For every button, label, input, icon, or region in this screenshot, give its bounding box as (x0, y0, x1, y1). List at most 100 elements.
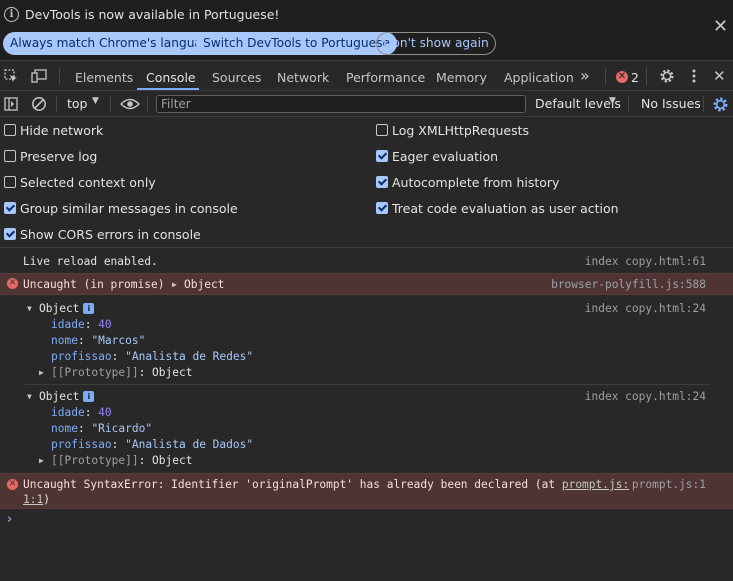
show-cors-checkbox[interactable] (4, 228, 16, 240)
property-row: profissao: "Analista de Dados" (51, 438, 254, 451)
message-text: Uncaught SyntaxError: Identifier 'origin… (23, 478, 630, 491)
device-toolbar-icon[interactable] (31, 69, 47, 83)
error-count-icon[interactable]: ✕ (616, 71, 628, 83)
filter-input[interactable] (156, 95, 526, 113)
hide-network-checkbox[interactable] (4, 124, 16, 136)
option-label: Preserve log (20, 149, 98, 164)
option-label: Eager evaluation (392, 149, 499, 164)
console-object-message: ▼ Object i index copy.html:24 idade: 40 n… (0, 296, 733, 384)
console-toolbar: top ▼ Default levels ▼ No Issues (0, 91, 733, 117)
close-devtools-icon[interactable]: ✕ (713, 67, 726, 85)
console-error-message: ✕ Uncaught SyntaxError: Identifier 'orig… (0, 473, 733, 509)
more-options-icon[interactable] (689, 69, 699, 83)
issues-button[interactable]: No Issues (641, 96, 701, 111)
language-infobar: i DevTools is now available in Portugues… (0, 0, 733, 60)
console-error-message: ✕ Uncaught (in promise) ▶ Object browser… (0, 273, 733, 295)
console-settings-pane: Hide network Preserve log Selected conte… (0, 117, 733, 248)
context-selector[interactable]: top (67, 96, 87, 111)
property-row: profissao: "Analista de Redes" (51, 350, 254, 363)
option-label: Autocomplete from history (392, 175, 560, 190)
option-label: Treat code evaluation as user action (392, 201, 619, 216)
expand-triangle-icon[interactable]: ▶ (39, 456, 44, 465)
group-similar-checkbox[interactable] (4, 202, 16, 214)
expand-triangle-icon[interactable]: ▶ (39, 368, 44, 377)
option-label: Show CORS errors in console (20, 227, 201, 242)
property-row: idade: 40 (51, 406, 112, 419)
tab-elements[interactable]: Elements (75, 70, 133, 85)
object-preview[interactable]: Object (184, 278, 224, 291)
sidebar-toggle-icon[interactable] (4, 97, 18, 111)
autocomplete-checkbox[interactable] (376, 176, 388, 188)
info-icon[interactable]: i (83, 391, 95, 402)
tab-sources[interactable]: Sources (212, 70, 261, 85)
source-link[interactable]: index copy.html:61 (585, 255, 706, 268)
clear-console-icon[interactable] (31, 96, 47, 112)
error-location-link[interactable]: 1:1 (23, 493, 43, 506)
eye-icon[interactable] (120, 97, 140, 111)
divider (605, 68, 606, 85)
property-row: idade: 40 (51, 318, 112, 331)
more-tabs-icon[interactable]: » (580, 66, 590, 85)
user-action-checkbox[interactable] (376, 202, 388, 214)
infobar-message: DevTools is now available in Portuguese! (25, 7, 280, 22)
error-count[interactable]: 2 (631, 70, 639, 85)
divider (646, 68, 647, 85)
preserve-log-checkbox[interactable] (4, 150, 16, 162)
console-messages: Live reload enabled. index copy.html:61 … (0, 248, 733, 581)
log-xhr-checkbox[interactable] (376, 124, 388, 136)
divider (147, 96, 148, 112)
source-link[interactable]: index copy.html:24 (585, 390, 706, 403)
message-text: 1:1) (23, 493, 50, 506)
prototype-row[interactable]: [[Prototype]]: Object (51, 366, 192, 379)
active-tab-indicator (137, 88, 199, 90)
option-label: Log XMLHttpRequests (392, 123, 530, 138)
chevron-down-icon[interactable]: ▼ (609, 96, 616, 106)
divider (56, 96, 57, 112)
object-title[interactable]: Object i (39, 302, 95, 315)
tab-memory[interactable]: Memory (436, 70, 487, 85)
switch-to-portuguese-button[interactable]: Switch DevTools to Portuguese (196, 32, 397, 55)
dont-show-again-button[interactable]: Don't show again (376, 32, 496, 55)
divider (628, 96, 629, 112)
option-label: Hide network (20, 123, 104, 138)
option-label: Group similar messages in console (20, 201, 238, 216)
source-link[interactable]: index copy.html:24 (585, 302, 706, 315)
divider (59, 68, 60, 85)
source-link[interactable]: browser-polyfill.js:588 (551, 278, 706, 291)
selected-context-checkbox[interactable] (4, 176, 16, 188)
chevron-down-icon[interactable]: ▼ (92, 96, 99, 106)
console-message: Live reload enabled. index copy.html:61 (0, 248, 733, 272)
inspect-element-icon[interactable] (4, 69, 18, 83)
message-text: Uncaught (in promise) (23, 278, 165, 291)
info-icon[interactable]: i (83, 303, 95, 314)
divider (110, 96, 111, 112)
object-title[interactable]: Object i (39, 390, 95, 403)
property-row: nome: "Ricardo" (51, 422, 153, 435)
panel-tab-bar: Elements Console Sources Network Perform… (0, 60, 733, 91)
tab-console[interactable]: Console (146, 70, 196, 85)
divider (703, 96, 704, 112)
close-icon[interactable]: ✕ (713, 18, 728, 36)
property-row: nome: "Marcos" (51, 334, 146, 347)
source-link[interactable]: prompt.js:1 (632, 478, 706, 491)
error-icon: ✕ (7, 278, 18, 289)
tab-network[interactable]: Network (277, 70, 329, 85)
tab-performance[interactable]: Performance (346, 70, 425, 85)
prototype-row[interactable]: [[Prototype]]: Object (51, 454, 192, 467)
gear-icon[interactable] (659, 68, 675, 84)
eager-evaluation-checkbox[interactable] (376, 150, 388, 162)
always-match-language-button[interactable]: Always match Chrome's language (3, 32, 225, 55)
log-levels-dropdown[interactable]: Default levels (535, 96, 621, 111)
expand-triangle-icon[interactable]: ▶ (172, 280, 177, 289)
collapse-triangle-icon[interactable]: ▼ (27, 304, 32, 313)
console-settings-gear-icon[interactable] (712, 96, 729, 113)
tab-application[interactable]: Application (504, 70, 574, 85)
collapse-triangle-icon[interactable]: ▼ (27, 392, 32, 401)
console-object-message: ▼ Object i index copy.html:24 idade: 40 n… (0, 384, 733, 472)
message-text: Live reload enabled. (23, 255, 158, 268)
error-icon: ✕ (7, 479, 18, 490)
console-prompt-icon[interactable]: › (7, 512, 12, 527)
info-icon: i (4, 7, 19, 22)
error-location-link[interactable]: prompt.js: (562, 478, 629, 491)
option-label: Selected context only (20, 175, 156, 190)
